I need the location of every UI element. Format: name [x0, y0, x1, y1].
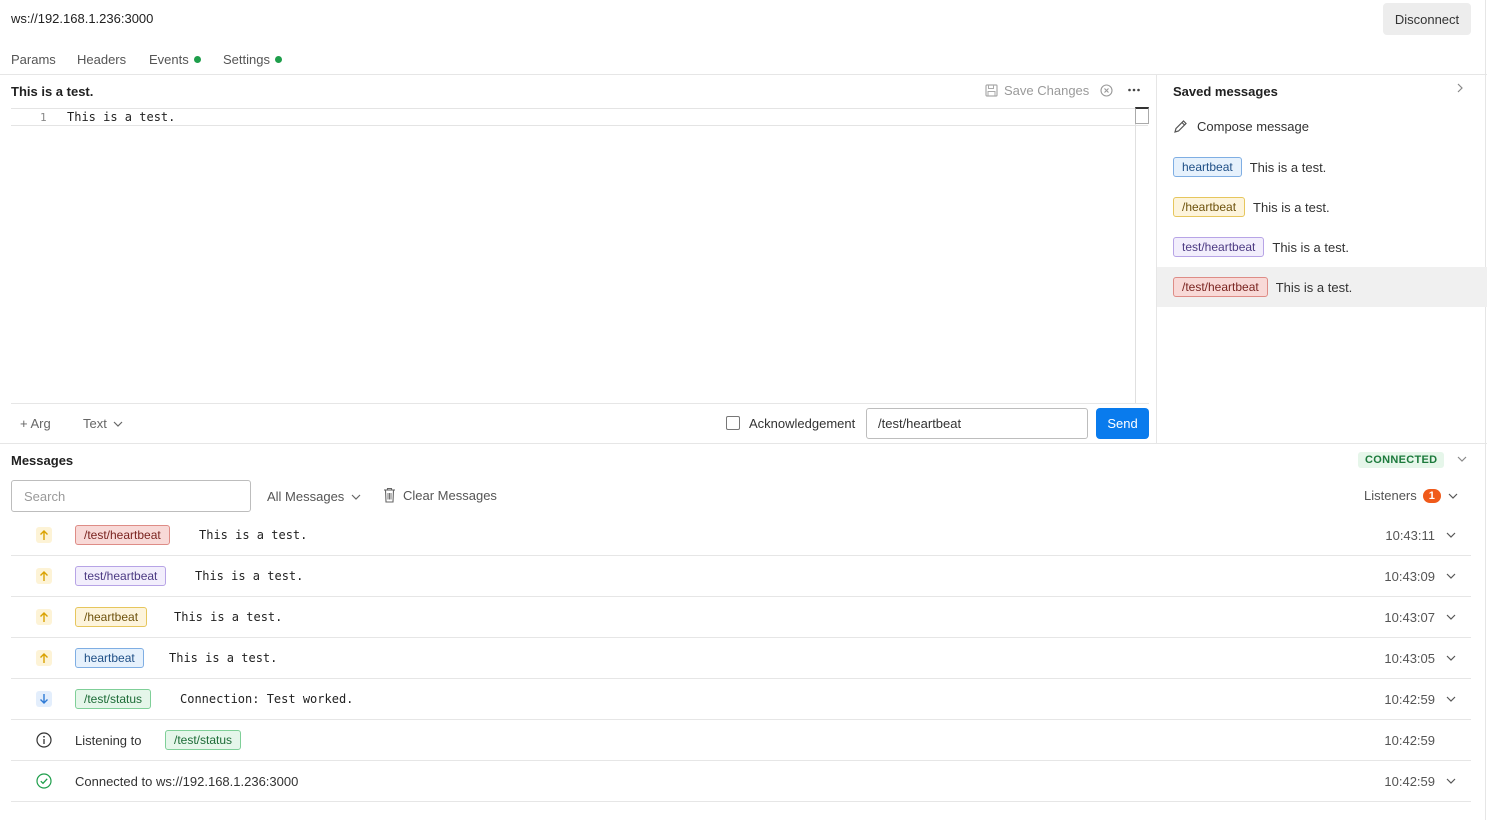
message-row[interactable]: heartbeat This is a test. 10:43:05	[11, 638, 1471, 679]
chevron-down-icon	[1448, 493, 1458, 499]
message-row[interactable]: /heartbeat This is a test. 10:43:07	[11, 597, 1471, 638]
connected-text: Connected to ws://192.168.1.236:3000	[75, 774, 299, 789]
message-text: This is a test.	[174, 610, 283, 624]
messages-title: Messages	[11, 453, 74, 468]
event-tag: test/heartbeat	[75, 566, 167, 586]
message-text: This is a test.	[169, 651, 278, 665]
search-input[interactable]	[11, 480, 251, 512]
message-row[interactable]: /test/status Connection: Test worked. 10…	[11, 679, 1471, 720]
listeners-count-badge: 1	[1422, 488, 1441, 503]
event-tag: test/heartbeat	[1173, 237, 1265, 257]
message-time: 10:43:07	[1384, 610, 1435, 625]
send-button[interactable]: Send	[1096, 408, 1149, 439]
message-editor[interactable]: This is a test.	[67, 110, 175, 124]
event-tag: /test/status	[165, 730, 242, 750]
arrow-up-icon	[36, 568, 52, 584]
format-dropdown[interactable]: Text	[83, 416, 123, 431]
check-circle-icon	[36, 773, 52, 789]
event-tag: /heartbeat	[75, 607, 148, 627]
chevron-right-icon[interactable]	[1456, 82, 1464, 97]
event-tag: heartbeat	[1173, 157, 1242, 177]
saved-message-text: This is a test.	[1275, 279, 1353, 295]
tab-events[interactable]: Events	[149, 52, 201, 67]
saved-message-text: This is a test.	[1249, 159, 1327, 175]
message-text: This is a test.	[199, 528, 308, 542]
chevron-down-icon[interactable]	[1445, 650, 1457, 666]
message-filter-dropdown[interactable]: All Messages	[267, 489, 361, 504]
arrow-up-icon	[36, 650, 52, 666]
chevron-down-icon[interactable]	[1445, 609, 1457, 625]
save-changes-button[interactable]: Save Changes	[985, 83, 1089, 98]
info-icon	[36, 732, 52, 748]
message-row: Listening to /test/status 10:42:59	[11, 720, 1471, 761]
acknowledgement-label: Acknowledgement	[749, 416, 856, 431]
close-circle-icon[interactable]	[1100, 84, 1113, 100]
status-badge: CONNECTED	[1358, 452, 1445, 468]
arrow-up-icon	[36, 527, 52, 543]
event-tag: /test/heartbeat	[1173, 277, 1268, 297]
saved-message-item-selected[interactable]: /test/heartbeat This is a test.	[1157, 267, 1487, 307]
message-row[interactable]: test/heartbeat This is a test. 10:43:09	[11, 556, 1471, 597]
saved-message-item[interactable]: test/heartbeat This is a test.	[1157, 227, 1487, 267]
more-options-icon[interactable]	[1127, 82, 1141, 99]
message-time: 10:42:59	[1384, 692, 1435, 707]
window-edge	[1485, 0, 1486, 820]
chevron-down-icon[interactable]	[1445, 691, 1457, 707]
editor-scrollbar[interactable]	[1135, 107, 1149, 124]
chevron-down-icon	[351, 494, 361, 500]
saved-message-item[interactable]: /heartbeat This is a test.	[1157, 187, 1487, 227]
message-text: Connection: Test worked.	[180, 692, 354, 706]
save-icon	[985, 84, 998, 97]
tab-settings[interactable]: Settings	[223, 52, 282, 67]
message-text: This is a test.	[195, 569, 304, 583]
chevron-down-icon	[113, 421, 123, 427]
editor-scroll-track	[1135, 124, 1136, 403]
editor-title: This is a test.	[11, 84, 94, 99]
message-row[interactable]: /test/heartbeat This is a test. 10:43:11	[11, 515, 1471, 556]
event-tag: /test/heartbeat	[75, 525, 170, 545]
add-arg-button[interactable]: + Arg	[20, 416, 51, 431]
trash-icon	[384, 487, 395, 503]
listening-label: Listening to	[75, 733, 142, 748]
clear-messages-button[interactable]: Clear Messages	[383, 487, 497, 503]
acknowledgement-checkbox[interactable]	[726, 416, 740, 430]
active-line-highlight	[11, 108, 1148, 126]
tabs-divider	[0, 74, 1487, 75]
message-time: 10:42:59	[1384, 733, 1435, 748]
message-row[interactable]: Connected to ws://192.168.1.236:3000 10:…	[11, 761, 1471, 802]
connection-url: ws://192.168.1.236:3000	[11, 11, 154, 26]
message-time: 10:43:05	[1384, 651, 1435, 666]
events-active-dot	[193, 56, 201, 63]
disconnect-button[interactable]: Disconnect	[1383, 3, 1471, 35]
event-tag: heartbeat	[75, 648, 144, 668]
editor-footer-divider	[11, 403, 1149, 404]
event-name-input[interactable]	[866, 408, 1088, 439]
arrow-up-icon	[36, 609, 52, 625]
chevron-down-icon[interactable]	[1456, 451, 1468, 470]
settings-active-dot	[274, 56, 282, 63]
tab-params[interactable]: Params	[11, 52, 56, 67]
saved-message-text: This is a test.	[1272, 239, 1349, 255]
messages-divider	[0, 443, 1487, 444]
message-time: 10:42:59	[1384, 774, 1435, 789]
pencil-icon	[1174, 120, 1187, 133]
chevron-down-icon[interactable]	[1445, 527, 1457, 543]
saved-message-item[interactable]: heartbeat This is a test.	[1157, 147, 1487, 187]
saved-messages-title: Saved messages	[1173, 84, 1278, 99]
tab-headers[interactable]: Headers	[77, 52, 126, 67]
listeners-dropdown[interactable]: Listeners 1	[1364, 488, 1459, 503]
arrow-down-icon	[36, 691, 52, 707]
saved-message-text: This is a test.	[1253, 199, 1330, 215]
message-time: 10:43:11	[1385, 528, 1435, 543]
event-tag: /heartbeat	[1173, 197, 1246, 217]
chevron-down-icon[interactable]	[1445, 568, 1457, 584]
line-number: 1	[40, 111, 47, 124]
event-tag: /test/status	[75, 689, 152, 709]
compose-message-button[interactable]: Compose message	[1173, 119, 1309, 134]
message-time: 10:43:09	[1384, 569, 1435, 584]
chevron-down-icon[interactable]	[1445, 773, 1457, 789]
